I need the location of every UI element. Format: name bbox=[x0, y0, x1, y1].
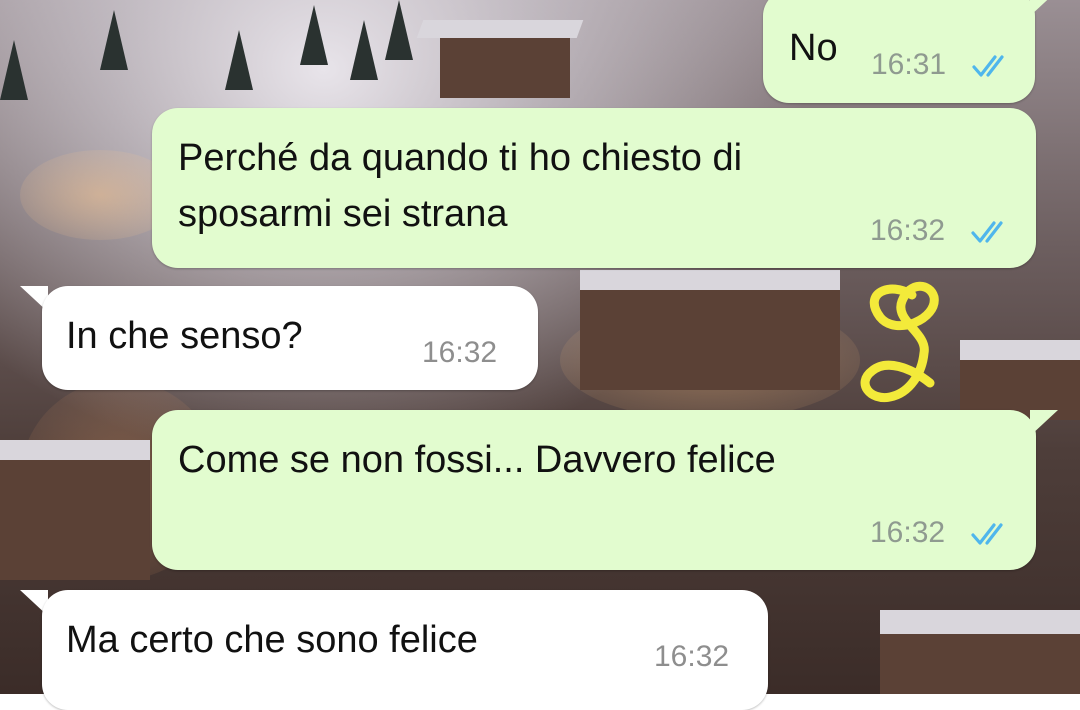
message-time: 16:32 bbox=[654, 640, 730, 673]
handdrawn-figure-eight-icon bbox=[860, 281, 939, 403]
message-bubble-incoming[interactable]: In che senso? 16:32 bbox=[42, 286, 538, 390]
message-bubble-outgoing[interactable]: No 16:31 bbox=[763, 0, 1035, 103]
bubble-tail bbox=[1030, 410, 1058, 436]
message-bubble-outgoing[interactable]: Perché da quando ti ho chiesto di sposar… bbox=[152, 108, 1036, 268]
bubble-tail bbox=[1030, 0, 1058, 16]
message-bubble-outgoing[interactable]: Come se non fossi... Davvero felice 16:3… bbox=[152, 410, 1036, 570]
message-text: In che senso? bbox=[66, 315, 303, 357]
message-bubble-incoming[interactable]: Ma certo che sono felice 16:32 bbox=[42, 590, 768, 710]
message-text-line: sposarmi sei strana bbox=[178, 193, 508, 235]
double-check-icon bbox=[971, 523, 1003, 545]
double-check-icon bbox=[972, 55, 1004, 77]
message-time: 16:32 bbox=[422, 336, 498, 369]
message-time: 16:31 bbox=[871, 48, 947, 81]
message-text-line: Perché da quando ti ho chiesto di bbox=[178, 137, 743, 179]
message-time: 16:32 bbox=[870, 214, 946, 247]
message-time: 16:32 bbox=[870, 516, 946, 549]
message-text: Ma certo che sono felice bbox=[66, 619, 478, 661]
double-check-icon bbox=[971, 221, 1003, 243]
message-text: Come se non fossi... Davvero felice bbox=[178, 439, 776, 481]
message-text: No bbox=[789, 27, 838, 69]
